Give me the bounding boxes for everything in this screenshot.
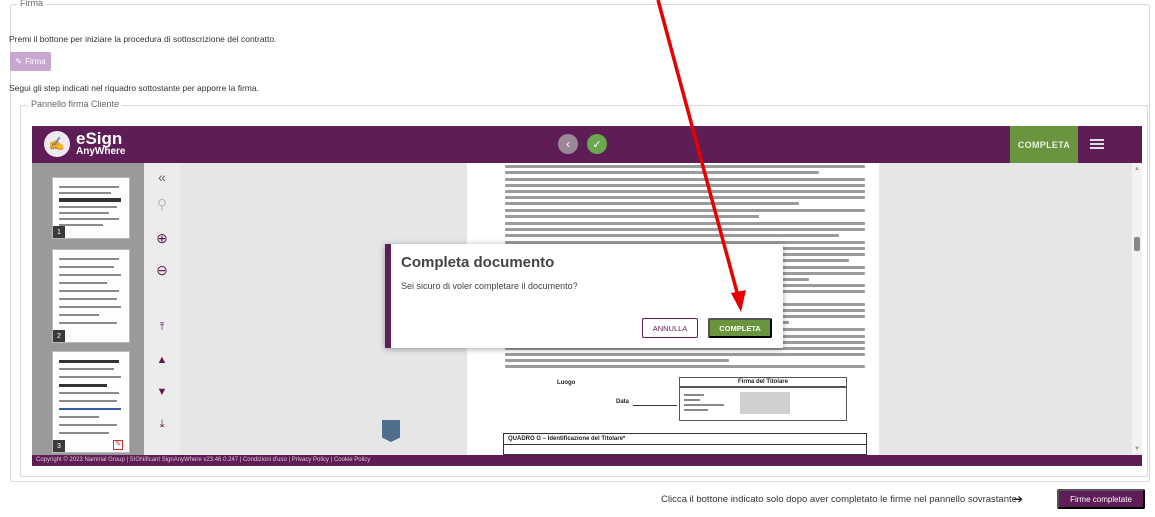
firma-instruction: Premi il bottone per iniziare la procedu… xyxy=(9,34,277,44)
complete-top-button[interactable]: COMPLETA xyxy=(1010,126,1078,163)
toolbar-vertical: « ⚲ ⊕ ⊖ ⤒ ▲ ▼ ⤓ xyxy=(144,163,180,455)
app-footer: Copyright © 2023 Namirial Group | SIGNif… xyxy=(32,455,1142,466)
last-page-icon[interactable]: ⤓ xyxy=(152,415,172,433)
luogo-label: Luogo xyxy=(557,380,576,386)
back-icon[interactable]: ‹ xyxy=(558,134,578,154)
page-thumbnail[interactable]: 3 ✎ xyxy=(52,351,130,453)
previous-page-icon[interactable]: ▲ xyxy=(152,351,172,369)
complete-document-dialog: Completa documento Sei sicuro di voler c… xyxy=(385,244,783,348)
scrollbar-thumb[interactable] xyxy=(1134,237,1140,251)
dialog-message: Sei sicuro di voler completare il docume… xyxy=(401,281,578,291)
firma-legend: Firma xyxy=(17,0,46,8)
firme-completate-button[interactable]: Firme completate xyxy=(1057,489,1145,509)
check-icon[interactable]: ✓ xyxy=(587,134,607,154)
firma-titolare-header: Firma del Titolare xyxy=(679,377,847,387)
zoom-in-icon[interactable]: ⊕ xyxy=(152,229,172,247)
signature-icon: ✍ xyxy=(44,131,70,157)
panel-legend: Pannello firma Cliente xyxy=(28,99,123,109)
logo-title: eSign xyxy=(76,129,123,148)
firma-button-label: Firma xyxy=(25,57,46,66)
zoom-out-icon[interactable]: ⊖ xyxy=(152,261,172,279)
step-instruction: Segui gli step indicati nel riquadro sot… xyxy=(9,83,259,93)
signature-marker-icon: ✎ xyxy=(113,440,123,450)
thumb-number: 3 xyxy=(53,440,65,452)
data-label: Data xyxy=(616,399,630,405)
collapse-icon[interactable]: « xyxy=(152,168,172,186)
edit-icon: ✎ xyxy=(15,57,23,66)
thumbnail-panel: 1 2 3 ✎ xyxy=(32,163,144,455)
cancel-button[interactable]: ANNULLA xyxy=(642,318,698,338)
quadro-g-title: QUADRO G – Identificazione del Titolare* xyxy=(508,436,626,442)
dialog-title: Completa documento xyxy=(401,254,555,271)
next-page-icon[interactable]: ▼ xyxy=(152,383,172,401)
logo-subtitle: AnyWhere xyxy=(76,146,126,157)
arrow-right-icon: ➔ xyxy=(1013,492,1024,506)
signature-box[interactable] xyxy=(679,387,847,421)
bookmark-icon xyxy=(382,420,400,442)
thumb-number: 2 xyxy=(53,330,65,342)
hamburger-menu-icon[interactable] xyxy=(1090,139,1104,149)
confirm-complete-button[interactable]: COMPLETA xyxy=(708,318,772,338)
app-topbar: ✍ eSign AnyWhere ‹ ✓ COMPLETA xyxy=(32,126,1142,163)
bottom-hint: Clicca il bottone indicato solo dopo ave… xyxy=(661,494,1017,505)
zoom-fit-icon[interactable]: ⚲ xyxy=(152,195,172,213)
thumb-number: 1 xyxy=(53,226,65,238)
firma-button[interactable]: ✎ Firma xyxy=(10,52,51,71)
first-page-icon[interactable]: ⤒ xyxy=(152,318,172,336)
document-scrollbar[interactable]: ▲ ▼ xyxy=(1132,163,1142,455)
page-thumbnail[interactable]: 1 xyxy=(52,177,130,239)
page-thumbnail[interactable]: 2 xyxy=(52,249,130,343)
esign-logo: ✍ eSign AnyWhere xyxy=(44,129,126,157)
quadro-g-table: QUADRO G – Identificazione del Titolare* xyxy=(503,433,867,455)
